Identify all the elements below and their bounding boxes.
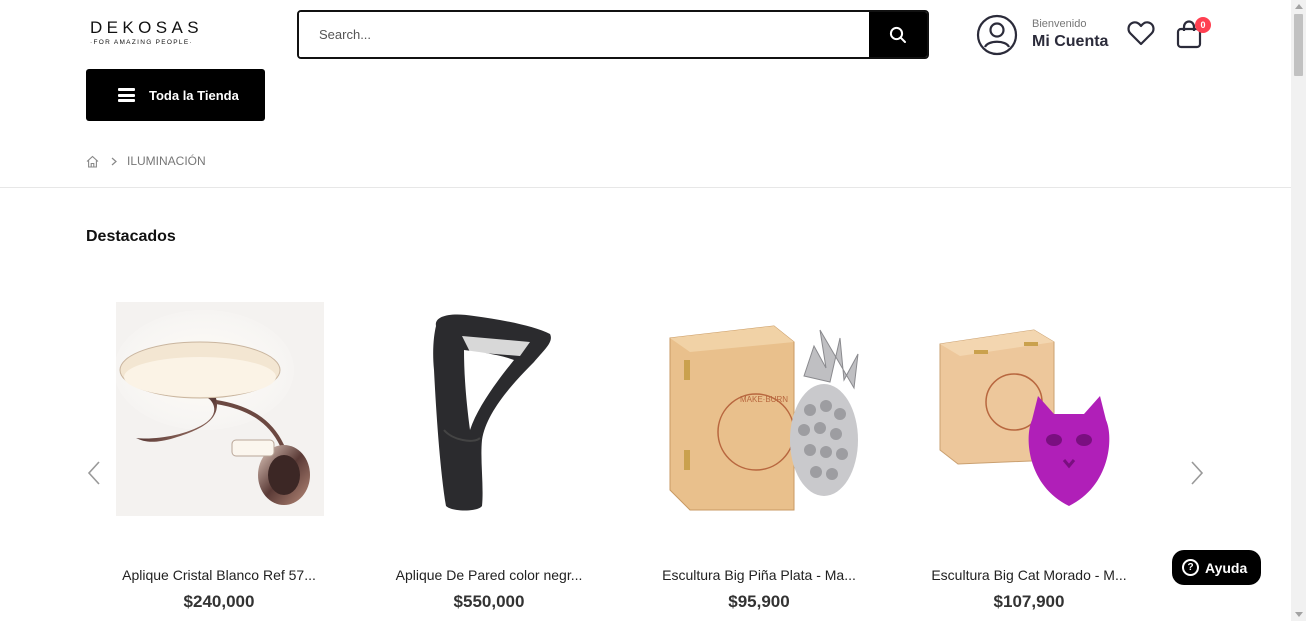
product-title[interactable]: Escultura Big Cat Morado - M... [914,567,1144,583]
scrollbar-thumb[interactable] [1294,14,1303,76]
product-price: $240,000 [183,592,255,611]
carousel-prev-button[interactable] [86,460,102,491]
menu-icon [118,88,135,102]
help-icon: ? [1182,559,1199,576]
account-label: Mi Cuenta [1032,33,1109,50]
wishlist-button[interactable] [1127,20,1155,51]
logo-tagline: ·FOR AMAZING PEOPLE· [90,39,193,46]
chevron-left-icon [87,461,100,485]
help-label: Ayuda [1205,559,1248,576]
product-image[interactable] [914,290,1144,530]
all-store-button[interactable]: Toda la Tienda [86,69,265,121]
scroll-down-icon[interactable] [1295,612,1303,617]
section-title: Destacados [86,228,176,245]
chevron-right-icon [111,157,117,165]
product-image[interactable]: MAKE·BURN [644,290,874,530]
product-title[interactable]: Escultura Big Piña Plata - Ma... [644,567,874,583]
scroll-up-icon[interactable] [1295,4,1303,9]
product-price: $550,000 [453,592,525,611]
all-store-label: Toda la Tienda [149,87,239,103]
product-image[interactable] [104,290,334,530]
logo-brand: DEKOSAS [90,18,203,37]
carousel-next-button[interactable] [1189,460,1205,491]
chevron-right-icon [1191,461,1204,485]
page: DEKOSAS ·FOR AMAZING PEOPLE· Bienvenido … [0,0,1291,621]
breadcrumb-current: ILUMINACIÓN [127,154,206,168]
logo[interactable]: DEKOSAS ·FOR AMAZING PEOPLE· [90,18,205,47]
cart-button[interactable]: 0 [1175,17,1211,54]
search-button[interactable] [869,12,927,57]
heart-icon [1127,21,1155,46]
search-input[interactable] [299,12,869,57]
product-price: $107,900 [993,592,1065,611]
search-icon [889,26,906,43]
product-price: $95,900 [728,592,790,611]
search-bar [297,10,929,59]
product-image[interactable] [374,290,604,530]
scrollbar[interactable] [1291,0,1306,621]
svg-text:MAKE·BURN: MAKE·BURN [740,395,788,404]
product-title[interactable]: Aplique Cristal Blanco Ref 57... [104,567,334,583]
account-link[interactable]: Bienvenido Mi Cuenta [976,14,1108,56]
help-button[interactable]: ? Ayuda [1172,550,1261,585]
cart-count-badge: 0 [1195,17,1211,33]
product-title[interactable]: Aplique De Pared color negr... [374,567,604,583]
home-icon[interactable] [86,155,99,168]
account-greeting: Bienvenido [1032,18,1087,30]
divider [0,187,1291,188]
user-icon [976,14,1018,56]
breadcrumb: ILUMINACIÓN [86,154,206,168]
